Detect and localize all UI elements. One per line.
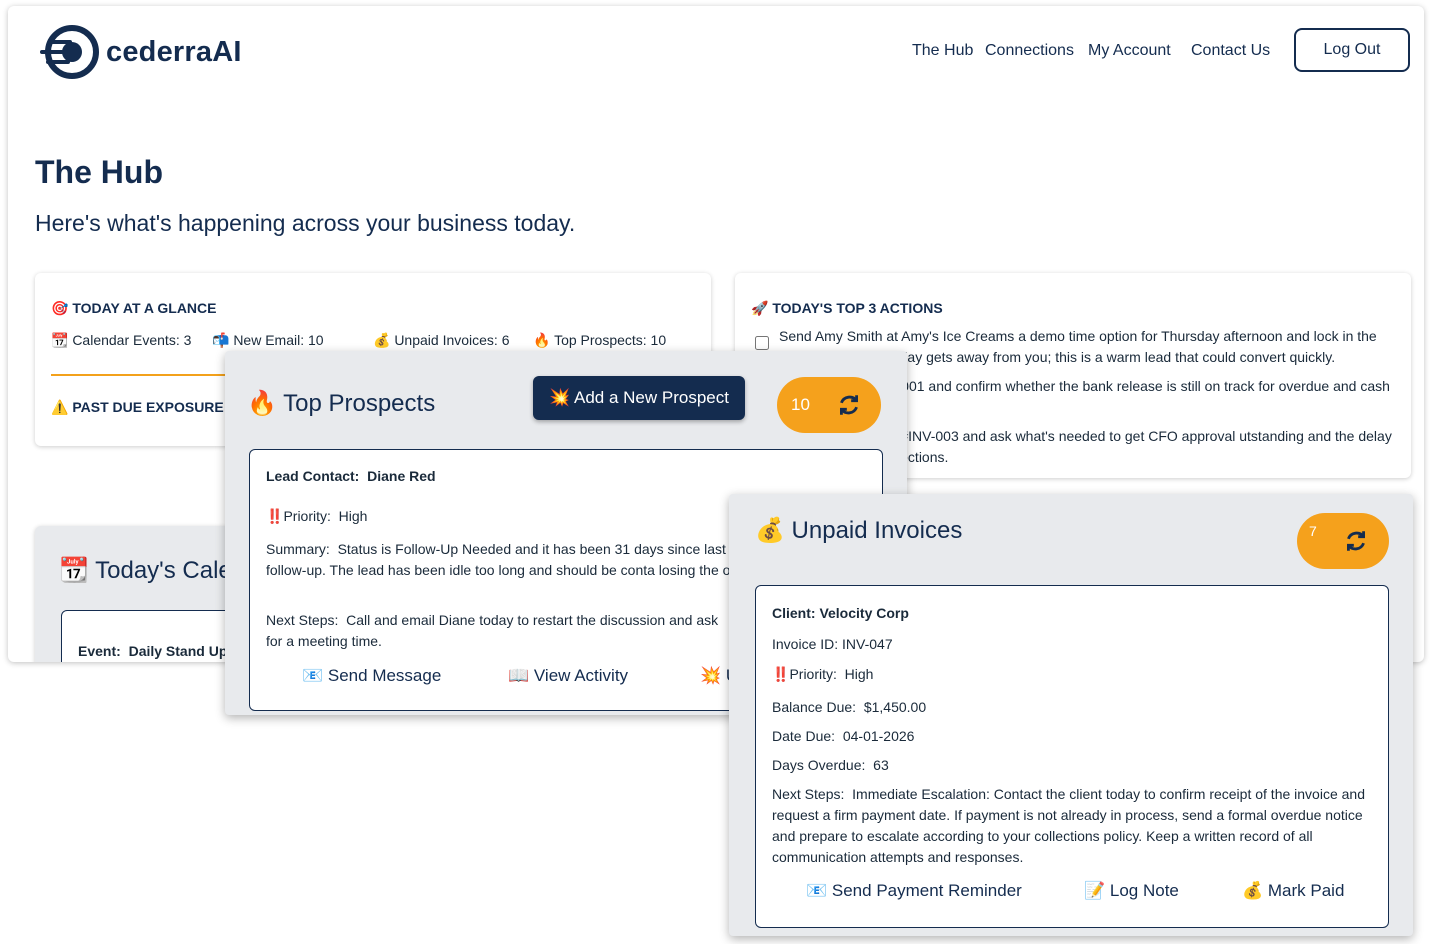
action-checkbox[interactable] xyxy=(755,336,769,350)
invoice-priority: ‼️Priority: High xyxy=(772,664,873,685)
page-title: The Hub xyxy=(35,154,163,190)
lead-contact-label: Lead Contact: xyxy=(266,468,360,484)
next-steps-value: Immediate Escalation: Contact the client… xyxy=(772,786,1365,865)
event-line: Event: Daily Stand Up xyxy=(78,643,227,659)
prospects-count: 10 xyxy=(791,395,810,414)
glance-heading: 🎯 TODAY AT A GLANCE xyxy=(51,300,217,316)
invoice-date-due: Date Due: 04-01-2026 xyxy=(772,726,914,747)
mark-paid-button[interactable]: 💰 Mark Paid xyxy=(1242,881,1344,901)
log-note-button[interactable]: 📝 Log Note xyxy=(1084,881,1179,901)
priority-label: ‼️Priority: xyxy=(266,508,331,524)
nav-link-the-hub[interactable]: The Hub xyxy=(912,42,973,60)
balance-value: $1,450.00 xyxy=(863,699,927,715)
event-label: Event: xyxy=(78,643,121,659)
invoice-balance: Balance Due: $1,450.00 xyxy=(772,697,926,718)
send-message-button[interactable]: 📧 Send Message xyxy=(302,666,441,686)
invoice-next-steps: Next Steps: Immediate Escalation: Contac… xyxy=(772,784,1376,868)
lead-contact-value: Diane Red xyxy=(367,468,436,484)
date-due-value: 04-01-2026 xyxy=(842,728,915,744)
invoice-id: Invoice ID: INV-047 xyxy=(772,636,893,652)
nav-link-my-account[interactable]: My Account xyxy=(1088,42,1171,60)
refresh-icon xyxy=(839,395,858,415)
summary-label: Summary: xyxy=(266,541,330,557)
next-steps-label: Next Steps: xyxy=(266,612,339,628)
invoice-card: Client: Velocity Corp Invoice ID: INV-04… xyxy=(755,585,1389,928)
prospects-refresh-button[interactable]: 10 xyxy=(777,377,881,433)
past-due-label: ⚠️ PAST DUE EXPOSURE: xyxy=(51,399,229,415)
priority-value: High xyxy=(338,508,368,524)
invoice-days-overdue: Days Overdue: 63 xyxy=(772,755,889,776)
prospect-priority: ‼️Priority: High xyxy=(266,506,367,527)
add-new-prospect-button[interactable]: 💥 Add a New Prospect xyxy=(533,376,745,420)
balance-label: Balance Due: xyxy=(772,699,857,715)
prospects-title: 🔥 Top Prospects xyxy=(247,390,436,417)
invoices-title: 💰 Unpaid Invoices xyxy=(755,517,963,544)
glance-top-prospects: 🔥 Top Prospects: 10 xyxy=(533,332,667,348)
date-due-label: Date Due: xyxy=(772,728,836,744)
calendar-title: 📆 Today's Calen xyxy=(59,557,246,584)
priority-alert-icon: ‼️ xyxy=(772,666,790,682)
invoices-count: 7 xyxy=(1309,523,1317,539)
priority-alert-icon: ‼️ xyxy=(266,508,284,524)
priority-label: ‼️Priority: xyxy=(772,666,837,682)
lead-contact: Lead Contact: Diane Red xyxy=(266,466,436,487)
days-overdue-value: 63 xyxy=(873,757,889,773)
send-payment-reminder-button[interactable]: 📧 Send Payment Reminder xyxy=(806,881,1022,901)
page-subtitle: Here's what's happening across your busi… xyxy=(35,210,576,236)
event-value: Daily Stand Up xyxy=(128,643,228,659)
nav-link-connections[interactable]: Connections xyxy=(985,42,1074,60)
next-steps-label: Next Steps: xyxy=(772,786,845,802)
refresh-icon xyxy=(1346,531,1365,551)
invoices-refresh-button[interactable]: 7 xyxy=(1297,513,1389,569)
invoice-client: Client: Velocity Corp xyxy=(772,605,909,621)
glance-unpaid-invoices: 💰 Unpaid Invoices: 6 xyxy=(373,332,510,348)
days-overdue-label: Days Overdue: xyxy=(772,757,866,773)
prospect-next-steps: Next Steps: Call and email Diane today t… xyxy=(266,610,736,652)
nav-link-contact-us[interactable]: Contact Us xyxy=(1191,42,1270,60)
glance-calendar-events: 📆 Calendar Events: 3 xyxy=(51,332,192,348)
past-due-exposure: ⚠️ PAST DUE EXPOSURE: $ xyxy=(51,399,240,416)
main-nav: The Hub Connections My Account Contact U… xyxy=(8,42,1424,62)
unpaid-invoices-panel: 💰 Unpaid Invoices 7 Client: Velocity Cor… xyxy=(729,494,1413,936)
view-activity-button[interactable]: 📖 View Activity xyxy=(508,666,628,686)
glance-new-email: 📬 New Email: 10 xyxy=(212,332,324,348)
priority-value: High xyxy=(844,666,874,682)
top-actions-heading: 🚀 TODAY'S TOP 3 ACTIONS xyxy=(751,300,943,316)
logout-button[interactable]: Log Out xyxy=(1294,28,1410,72)
